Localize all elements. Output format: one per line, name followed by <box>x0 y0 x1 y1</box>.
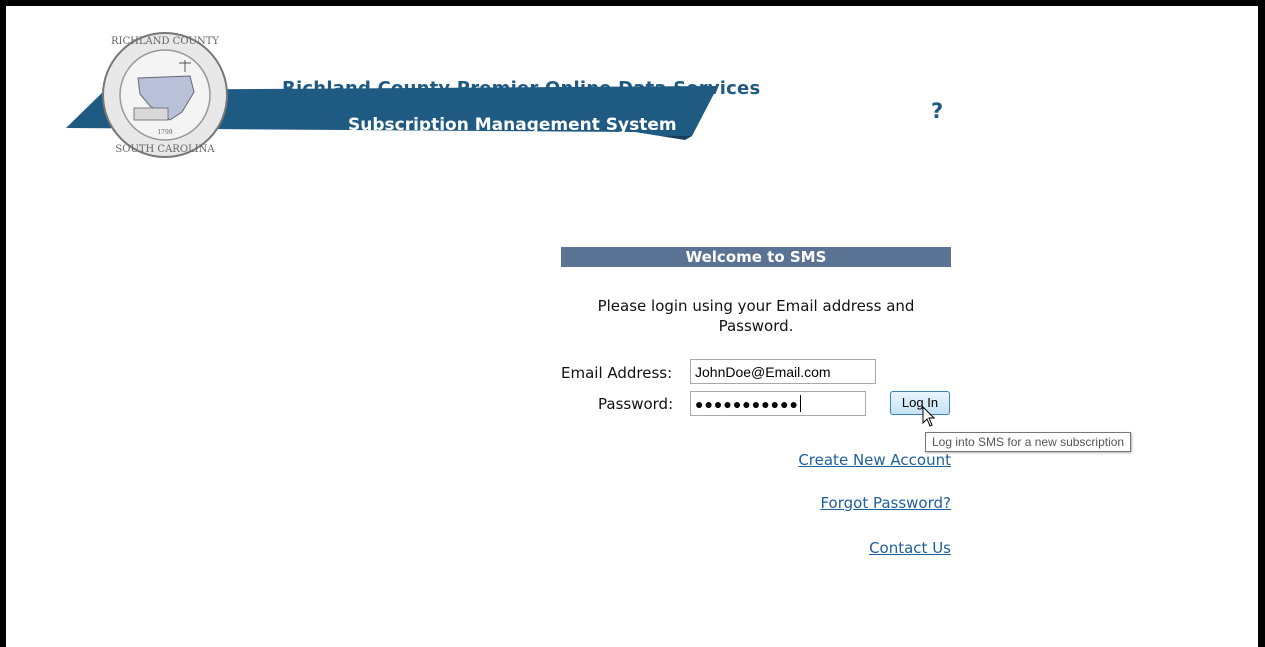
create-account-link[interactable]: Create New Account <box>798 451 951 469</box>
site-title: Richland County Premier Online Data Serv… <box>282 78 761 99</box>
text-caret <box>800 395 801 412</box>
forgot-password-link[interactable]: Forgot Password? <box>820 494 951 512</box>
svg-text:1799: 1799 <box>157 129 172 136</box>
site-subtitle: Subscription Management System <box>348 115 677 135</box>
mouse-pointer-icon <box>922 406 936 427</box>
login-instructions: Please login using your Email address an… <box>597 297 915 335</box>
svg-text:SOUTH CAROLINA: SOUTH CAROLINA <box>115 144 215 155</box>
county-seal-icon: RICHLAND COUNTY SOUTH CAROLINA 1799 <box>102 32 228 158</box>
contact-us-link[interactable]: Contact Us <box>869 539 951 557</box>
help-icon[interactable]: ? <box>931 99 943 123</box>
password-field[interactable] <box>690 391 866 416</box>
password-label: Password: <box>598 395 674 413</box>
welcome-header: Welcome to SMS <box>561 247 951 267</box>
email-label: Email Address: <box>561 364 673 382</box>
login-button[interactable]: Log In <box>890 391 950 415</box>
header-banner: RICHLAND COUNTY SOUTH CAROLINA 1799 Rich… <box>60 20 760 170</box>
svg-text:RICHLAND COUNTY: RICHLAND COUNTY <box>111 36 219 47</box>
email-field[interactable] <box>690 359 876 384</box>
login-tooltip: Log into SMS for a new subscription <box>925 432 1132 452</box>
